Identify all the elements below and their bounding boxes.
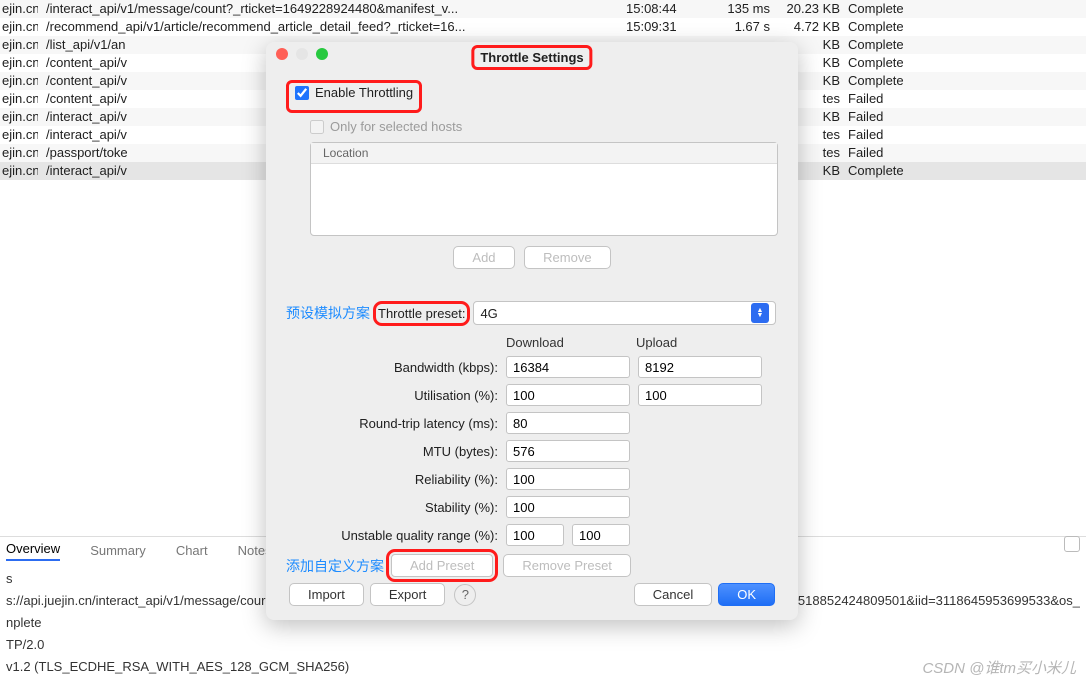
- bandwidth-label: Bandwidth (kbps):: [286, 360, 506, 375]
- cell-size: 20.23 KB: [776, 0, 844, 18]
- bandwidth-download-input[interactable]: [506, 356, 630, 378]
- throttle-settings-dialog: Throttle Settings Enable Throttling Only…: [266, 42, 798, 620]
- stability-input[interactable]: [506, 496, 630, 518]
- close-icon[interactable]: [276, 48, 288, 60]
- detail-line: v1.2 (TLS_ECDHE_RSA_WITH_AES_128_GCM_SHA…: [6, 656, 1080, 678]
- tab-chart[interactable]: Chart: [176, 543, 208, 558]
- stability-label: Stability (%):: [286, 500, 506, 515]
- bandwidth-upload-input[interactable]: [638, 356, 762, 378]
- titlebar: Throttle Settings: [266, 42, 798, 66]
- reliability-input[interactable]: [506, 468, 630, 490]
- mtu-input[interactable]: [506, 440, 630, 462]
- mtu-label: MTU (bytes):: [286, 444, 506, 459]
- tab-overview[interactable]: Overview: [6, 541, 60, 561]
- remove-host-button[interactable]: Remove: [524, 246, 610, 269]
- host-list[interactable]: Location: [310, 142, 778, 236]
- ok-button[interactable]: OK: [718, 583, 775, 606]
- dialog-title: Throttle Settings: [471, 45, 592, 70]
- cell-duration: 135 ms: [706, 0, 776, 18]
- utilisation-upload-input[interactable]: [638, 384, 762, 406]
- cancel-button[interactable]: Cancel: [634, 583, 712, 606]
- add-preset-button[interactable]: Add Preset: [391, 554, 493, 577]
- enable-throttling-checkbox[interactable]: Enable Throttling: [295, 85, 413, 100]
- host-list-header: Location: [311, 143, 777, 164]
- help-button[interactable]: ?: [454, 584, 476, 606]
- cell-path: /interact_api/v1/message/count?_rticket=…: [38, 0, 622, 18]
- table-row[interactable]: ejin.cn /interact_api/v1/message/count?_…: [0, 0, 1086, 18]
- column-location: Location: [311, 143, 380, 163]
- cell-host: ejin.cn: [0, 0, 38, 18]
- utilisation-label: Utilisation (%):: [286, 388, 506, 403]
- latency-input[interactable]: [506, 412, 630, 434]
- only-selected-hosts-label: Only for selected hosts: [330, 119, 462, 134]
- detail-line: TP/2.0: [6, 634, 1080, 656]
- throttle-preset-select[interactable]: 4G ▲▼: [473, 301, 776, 325]
- throttle-preset-value: 4G: [480, 306, 497, 321]
- enable-throttling-label: Enable Throttling: [315, 85, 413, 100]
- updown-arrows-icon: ▲▼: [751, 303, 769, 323]
- structure-checkbox[interactable]: [1064, 536, 1080, 552]
- enable-throttling-input[interactable]: [295, 86, 309, 100]
- preset-annotation-label: 预设模拟方案: [286, 303, 370, 323]
- custom-annotation-label: 添加自定义方案: [286, 556, 384, 576]
- detail-line: s://api.juejin.cn/interact_api/v1/messag…: [6, 590, 265, 612]
- add-host-button[interactable]: Add: [453, 246, 514, 269]
- only-selected-hosts-input[interactable]: [310, 120, 324, 134]
- zoom-icon[interactable]: [316, 48, 328, 60]
- minimize-icon: [296, 48, 308, 60]
- cell-status: Complete: [844, 0, 1044, 18]
- unstable-low-input[interactable]: [506, 524, 564, 546]
- reliability-label: Reliability (%):: [286, 472, 506, 487]
- table-row[interactable]: ejin.cn /recommend_api/v1/article/recomm…: [0, 18, 1086, 36]
- unstable-range-label: Unstable quality range (%):: [286, 528, 506, 543]
- column-upload: Upload: [636, 335, 766, 350]
- throttle-preset-label: Throttle preset:: [378, 306, 465, 321]
- detail-line: :3518852424809501&iid=3118645953699533&o…: [787, 590, 1080, 612]
- unstable-high-input[interactable]: [572, 524, 630, 546]
- export-button[interactable]: Export: [370, 583, 446, 606]
- latency-label: Round-trip latency (ms):: [286, 416, 506, 431]
- remove-preset-button[interactable]: Remove Preset: [503, 554, 631, 577]
- only-selected-hosts-checkbox[interactable]: Only for selected hosts: [310, 119, 778, 134]
- utilisation-download-input[interactable]: [506, 384, 630, 406]
- column-download: Download: [506, 335, 636, 350]
- cell-time: 15:08:44: [622, 0, 706, 18]
- import-button[interactable]: Import: [289, 583, 364, 606]
- tab-summary[interactable]: Summary: [90, 543, 146, 558]
